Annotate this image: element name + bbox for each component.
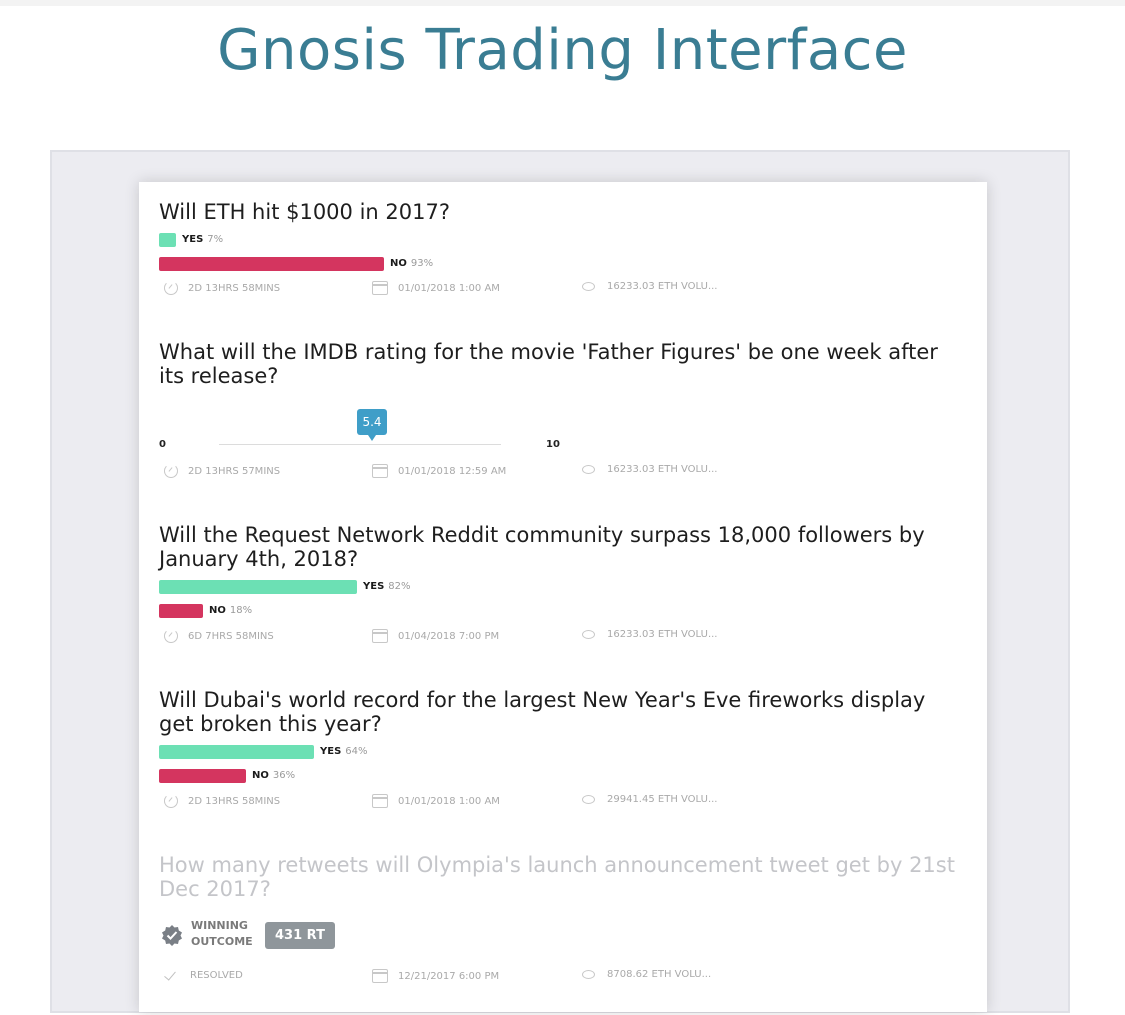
market-question[interactable]: Will Dubai's world record for the larges…: [159, 688, 959, 736]
yes-outcome-label: YES 7%: [182, 233, 223, 247]
coin-icon: [582, 282, 595, 291]
market-card[interactable]: Will ETH hit $1000 in 2017? YES 7% NO 93% …: [139, 182, 987, 324]
resolution-date: 01/01/2018 1:00 AM: [372, 794, 500, 808]
no-label: NO: [209, 605, 226, 616]
resolution-date: 12/21/2017 6:00 PM: [372, 969, 499, 983]
market-card[interactable]: Will Dubai's world record for the larges…: [139, 670, 987, 837]
volume: 16233.03 ETH VOLU...: [582, 464, 717, 475]
resolution-date: 01/04/2018 7:00 PM: [372, 629, 499, 643]
winning-outcome-label: WINNING OUTCOME: [191, 918, 253, 950]
check-icon: [164, 969, 180, 981]
winning-label-line1: WINNING: [191, 919, 248, 932]
volume-text: 8708.62 ETH VOLU...: [607, 969, 712, 980]
time-left: 2D 13HRS 58MINS: [164, 281, 280, 295]
yes-label: YES: [320, 746, 342, 757]
page-title: Gnosis Trading Interface: [217, 18, 908, 83]
market-meta: 6D 7HRS 58MINS 01/04/2018 7:00 PM 16233.…: [159, 629, 959, 645]
yes-outcome-label: YES 64%: [320, 745, 368, 759]
market-card[interactable]: Will the Request Network Reddit communit…: [139, 505, 987, 672]
volume: 16233.03 ETH VOLU...: [582, 281, 717, 292]
coin-icon: [582, 795, 595, 804]
market-meta: 2D 13HRS 58MINS 01/01/2018 1:00 AM 29941…: [159, 794, 959, 810]
volume: 16233.03 ETH VOLU...: [582, 629, 717, 640]
market-question[interactable]: Will the Request Network Reddit communit…: [159, 523, 959, 571]
volume-text: 16233.03 ETH VOLU...: [607, 464, 718, 475]
calendar-icon: [372, 629, 388, 643]
resolution-date-text: 01/01/2018 1:00 AM: [398, 795, 500, 807]
yes-bar: [159, 233, 176, 247]
market-meta: 2D 13HRS 58MINS 01/01/2018 1:00 AM 16233…: [159, 281, 959, 297]
yes-bar: [159, 580, 357, 594]
scalar-track: [219, 444, 501, 445]
scalar-value-marker: 5.4: [357, 409, 387, 441]
resolution-date-text: 01/01/2018 12:59 AM: [398, 465, 507, 477]
calendar-icon: [372, 969, 388, 983]
volume-text: 16233.03 ETH VOLU...: [607, 629, 718, 640]
yes-label: YES: [363, 581, 385, 592]
market-card[interactable]: How many retweets will Olympia's launch …: [139, 835, 987, 1012]
no-outcome-label: NO 93%: [390, 257, 433, 271]
market-meta: RESOLVED 12/21/2017 6:00 PM 8708.62 ETH …: [159, 969, 959, 985]
yes-percentage: 82%: [388, 581, 411, 592]
market-card[interactable]: What will the IMDB rating for the movie …: [139, 322, 987, 507]
no-outcome-label: NO 18%: [209, 604, 252, 618]
volume: 29941.45 ETH VOLU...: [582, 794, 717, 805]
resolution-date-text: 01/04/2018 7:00 PM: [398, 630, 500, 642]
resolution-date-text: 01/01/2018 1:00 AM: [398, 282, 500, 294]
yes-percentage: 64%: [345, 746, 368, 757]
volume-text: 16233.03 ETH VOLU...: [607, 281, 718, 292]
calendar-icon: [372, 281, 388, 295]
no-bar: [159, 769, 246, 783]
market-question[interactable]: How many retweets will Olympia's launch …: [159, 853, 959, 901]
no-label: NO: [252, 770, 269, 781]
clock-icon: [164, 281, 178, 295]
clock-icon: [164, 794, 178, 808]
no-bar: [159, 604, 203, 618]
time-left: 2D 13HRS 58MINS: [164, 794, 280, 808]
clock-icon: [164, 629, 178, 643]
resolved-status-text: RESOLVED: [190, 969, 243, 981]
coin-icon: [582, 970, 595, 979]
volume: 8708.62 ETH VOLU...: [582, 969, 711, 980]
resolution-date-text: 12/21/2017 6:00 PM: [398, 970, 500, 982]
volume-text: 29941.45 ETH VOLU...: [607, 794, 718, 805]
yes-bar: [159, 745, 314, 759]
market-meta: 2D 13HRS 57MINS 01/01/2018 12:59 AM 1623…: [159, 464, 959, 480]
clock-icon: [164, 464, 178, 478]
no-percentage: 18%: [229, 605, 253, 616]
yes-outcome-label: YES 82%: [363, 580, 411, 594]
top-divider: [0, 0, 1125, 6]
time-left-text: 2D 13HRS 57MINS: [188, 465, 281, 477]
time-left-text: 2D 13HRS 58MINS: [188, 795, 281, 807]
winning-outcome-chip: 431 RT: [265, 922, 335, 949]
scalar-min-label: 0: [159, 439, 166, 450]
resolution-date: 01/01/2018 12:59 AM: [372, 464, 506, 478]
time-left: 6D 7HRS 58MINS: [164, 629, 274, 643]
time-left-text: 2D 13HRS 58MINS: [188, 282, 281, 294]
no-label: NO: [390, 258, 407, 269]
no-percentage: 93%: [410, 258, 434, 269]
time-left: 2D 13HRS 57MINS: [164, 464, 280, 478]
scalar-max-label: 10: [546, 439, 560, 450]
winning-badge-icon: [162, 925, 182, 946]
time-left-text: 6D 7HRS 58MINS: [188, 630, 274, 642]
no-percentage: 36%: [272, 770, 296, 781]
screenshot-frame: Will ETH hit $1000 in 2017? YES 7% NO 93% …: [50, 150, 1070, 1013]
coin-icon: [582, 465, 595, 474]
winning-label-line2: OUTCOME: [191, 935, 253, 948]
no-bar: [159, 257, 384, 271]
yes-percentage: 7%: [207, 234, 224, 245]
resolved-status: RESOLVED: [164, 969, 243, 981]
market-question[interactable]: Will ETH hit $1000 in 2017?: [159, 200, 959, 224]
calendar-icon: [372, 464, 388, 478]
calendar-icon: [372, 794, 388, 808]
no-outcome-label: NO 36%: [252, 769, 295, 783]
resolution-date: 01/01/2018 1:00 AM: [372, 281, 500, 295]
market-question[interactable]: What will the IMDB rating for the movie …: [159, 340, 959, 388]
market-list: Will ETH hit $1000 in 2017? YES 7% NO 93% …: [139, 182, 987, 1012]
coin-icon: [582, 630, 595, 639]
yes-label: YES: [182, 234, 204, 245]
